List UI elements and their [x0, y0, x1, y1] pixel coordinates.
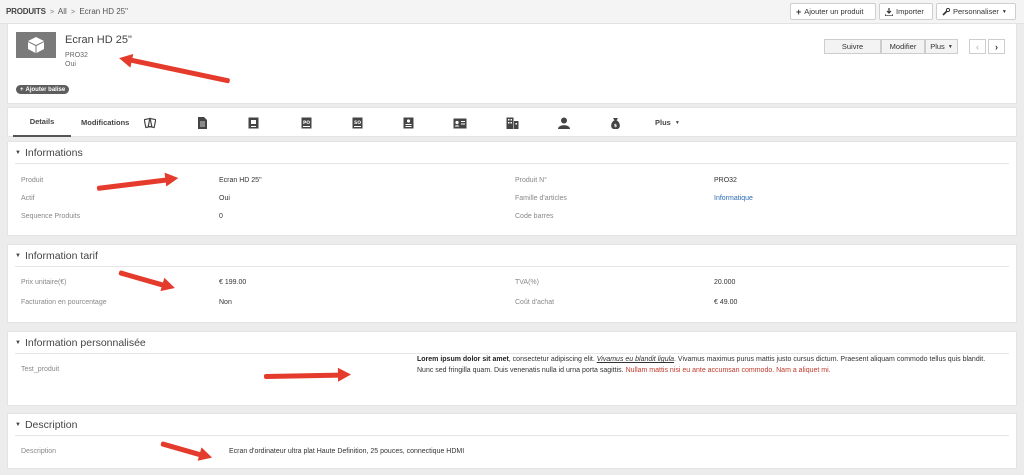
breadcrumb-root[interactable]: PRODUITS	[6, 7, 46, 16]
record-tabs: Details Modifications PO SO $ Plus ▼	[7, 107, 1017, 137]
product-box-icon	[28, 37, 44, 53]
next-record-button[interactable]: ›	[988, 39, 1005, 54]
breadcrumb-separator: >	[49, 9, 55, 16]
tarif-title: Information tarif	[24, 250, 98, 262]
quote-icon[interactable]	[401, 116, 415, 130]
record-code: PRO32	[65, 52, 88, 59]
breadcrumb: PRODUITS > All > Ecran HD 25"	[6, 7, 128, 16]
money-bag-icon[interactable]: $	[608, 116, 622, 130]
add-tag-label: Ajouter balise	[25, 86, 66, 93]
follow-button[interactable]: Suivre	[824, 39, 881, 54]
add-product-label: Ajouter un produit	[804, 7, 864, 16]
informations-section: ▼ Informations Produit Ecran HD 25" Acti…	[7, 141, 1017, 236]
plus-icon: +	[20, 86, 24, 93]
product-label: Produit	[21, 177, 44, 184]
tab-details[interactable]: Details	[13, 108, 71, 137]
rich-text-italic-underline: Vivamus eu blandit ligula	[596, 356, 675, 363]
product-image	[16, 32, 56, 58]
tab-modifications[interactable]: Modifications	[81, 108, 129, 137]
description-section: ▼ Description Description Ecran d'ordina…	[7, 413, 1017, 469]
customize-button[interactable]: Personnaliser ▼	[936, 3, 1016, 20]
active-value[interactable]: Oui	[219, 195, 230, 202]
unit-price-value[interactable]: € 199.00	[219, 279, 246, 286]
plus-icon: +	[796, 6, 802, 17]
caret-down-icon: ▼	[15, 422, 21, 428]
custom-title: Information personnalisée	[24, 337, 146, 349]
custom-section: ▼ Information personnalisée Test_produit…	[7, 331, 1017, 406]
tva-value[interactable]: 20.000	[714, 279, 735, 286]
description-value[interactable]: Ecran d'ordinateur ultra plat Haute Defi…	[229, 448, 464, 455]
caret-down-icon: ▼	[15, 150, 21, 156]
percent-billing-label: Facturation en pourcentage	[21, 299, 107, 306]
svg-text:SO: SO	[353, 120, 360, 126]
breadcrumb-separator: >	[70, 9, 76, 16]
test-product-label: Test_produit	[21, 366, 60, 373]
sales-order-icon[interactable]: SO	[350, 116, 364, 130]
tab-more-label: Plus	[655, 118, 671, 127]
previous-record-button[interactable]: ‹	[969, 39, 986, 54]
percent-billing-value[interactable]: Non	[219, 299, 232, 306]
caret-down-icon: ▼	[947, 43, 953, 50]
more-actions-button[interactable]: Plus ▼	[925, 39, 958, 54]
rich-text-bold: Lorem ipsum dolor sit amet	[417, 356, 509, 363]
chevron-right-icon: ›	[995, 41, 998, 52]
add-product-button[interactable]: + Ajouter un produit	[790, 3, 876, 20]
description-header[interactable]: ▼ Description	[15, 419, 77, 431]
product-number-value[interactable]: PRO32	[714, 177, 737, 184]
informations-header[interactable]: ▼ Informations	[15, 147, 83, 159]
description-label: Description	[21, 448, 57, 455]
add-tag-button[interactable]: + Ajouter balise	[16, 85, 70, 94]
svg-text:$: $	[613, 123, 616, 129]
tickets-icon[interactable]	[143, 116, 157, 130]
chevron-left-icon: ‹	[976, 41, 979, 52]
unit-price-label: Prix unitaire(€)	[21, 279, 67, 286]
purchase-order-icon[interactable]: PO	[299, 116, 313, 130]
rich-text-part: , consectetur adipiscing elit.	[508, 356, 597, 363]
test-product-value[interactable]: Lorem ipsum dolor sit amet, consectetur …	[417, 354, 1002, 376]
caret-down-icon: ▼	[1001, 8, 1007, 15]
caret-down-icon: ▼	[15, 253, 21, 259]
record-active: Oui	[65, 61, 76, 68]
invoice-icon[interactable]	[246, 116, 260, 130]
cost-label: Coût d'achat	[515, 299, 555, 306]
import-label: Importer	[896, 7, 924, 16]
divider	[15, 163, 1009, 164]
sequence-value[interactable]: 0	[219, 213, 223, 220]
more-actions-label: Plus	[930, 42, 945, 51]
rich-text-red: Nullam mattis nisi eu ante accumsan comm…	[625, 367, 831, 374]
contact-card-icon[interactable]	[453, 116, 467, 130]
download-icon	[885, 7, 893, 16]
customize-label: Personnaliser	[953, 7, 999, 16]
buildings-icon[interactable]	[505, 116, 519, 130]
tarif-header[interactable]: ▼ Information tarif	[15, 250, 98, 262]
breadcrumb-all[interactable]: All	[58, 7, 67, 16]
description-title: Description	[24, 419, 78, 431]
product-value[interactable]: Ecran HD 25"	[219, 177, 262, 184]
caret-down-icon: ▼	[15, 340, 21, 346]
sequence-label: Sequence Produits	[21, 213, 81, 220]
cost-value[interactable]: € 49.00	[714, 299, 737, 306]
record-title: Ecran HD 25"	[65, 34, 132, 46]
informations-title: Informations	[24, 147, 83, 159]
breadcrumb-current: Ecran HD 25"	[79, 7, 128, 16]
top-bar: PRODUITS > All > Ecran HD 25" + Ajouter …	[0, 0, 1024, 24]
tab-more[interactable]: Plus ▼	[655, 108, 680, 137]
document-icon[interactable]	[195, 116, 209, 130]
import-button[interactable]: Importer	[879, 3, 933, 20]
person-icon[interactable]	[557, 116, 571, 130]
barcode-label: Code barres	[515, 213, 554, 220]
family-link[interactable]: Informatique	[714, 195, 753, 202]
divider	[15, 435, 1009, 436]
caret-down-icon: ▼	[674, 119, 680, 126]
wrench-icon	[942, 7, 950, 16]
product-number-label: Produit N°	[515, 177, 547, 184]
active-label: Actif	[21, 195, 35, 202]
edit-button[interactable]: Modifier	[881, 39, 925, 54]
family-label: Famille d'articles	[515, 195, 567, 202]
tva-label: TVA(%)	[515, 279, 539, 286]
custom-header[interactable]: ▼ Information personnalisée	[15, 337, 146, 349]
svg-text:PO: PO	[302, 120, 309, 126]
divider	[15, 266, 1009, 267]
